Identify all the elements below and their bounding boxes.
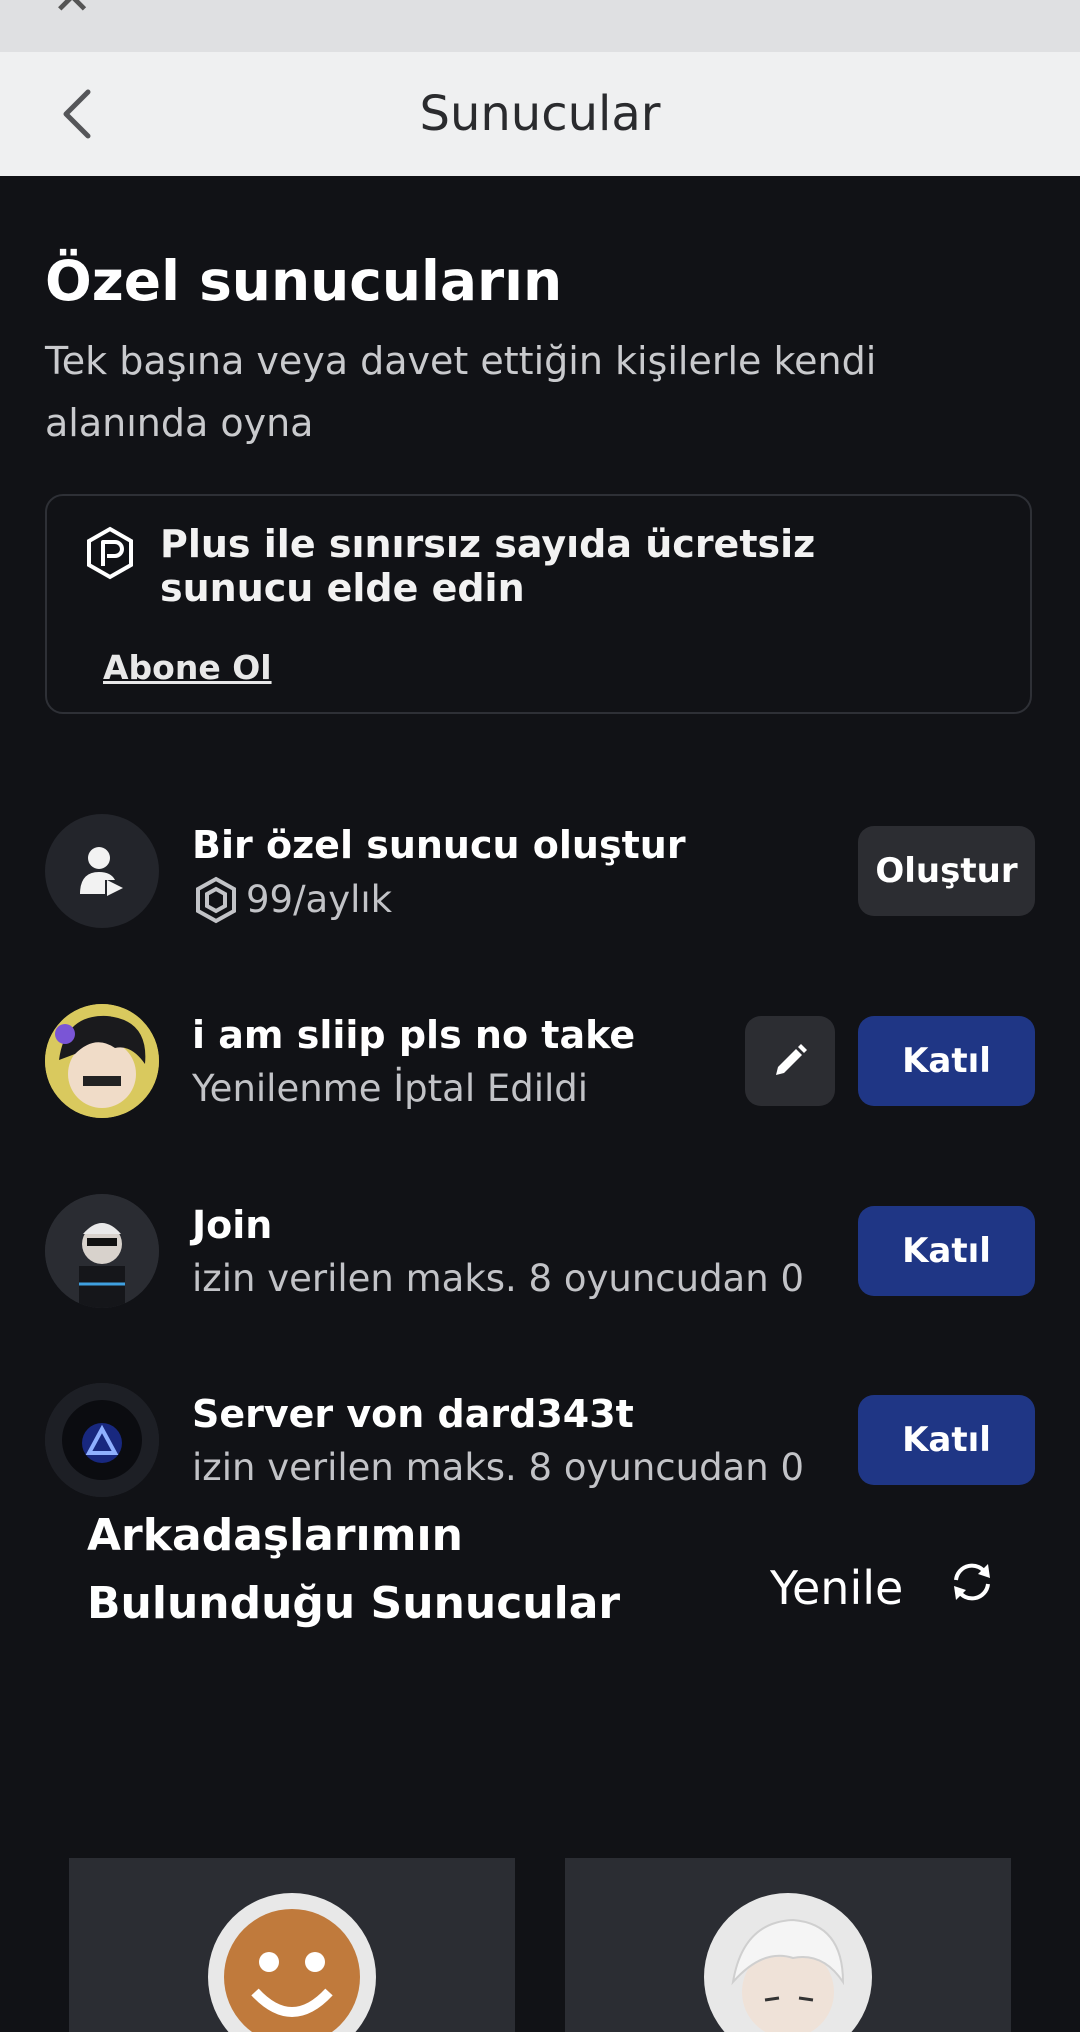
- friend-avatar: [704, 1893, 872, 2032]
- avatar-image: [45, 1194, 159, 1308]
- private-servers-subtitle: Tek başına veya davet ettiğin kişilerle …: [45, 339, 877, 445]
- close-icon[interactable]: ✕: [52, 0, 108, 22]
- edit-server-button[interactable]: [745, 1016, 835, 1106]
- refresh-button[interactable]: Yenile: [770, 1558, 903, 1618]
- server-status: izin verilen maks. 8 oyuncudan 0: [192, 1257, 804, 1300]
- server-row: i am sliip pls no take Yenilenme İptal E…: [45, 1004, 1035, 1120]
- top-status-bar: ✕: [0, 0, 1080, 52]
- friend-server-card[interactable]: [69, 1858, 515, 2032]
- server-avatar: [45, 1194, 159, 1308]
- join-button[interactable]: Katıl: [858, 1016, 1035, 1106]
- create-server-title: Bir özel sunucu oluştur: [192, 823, 686, 867]
- server-avatar: [45, 1004, 159, 1118]
- friend-server-card[interactable]: [565, 1858, 1011, 2032]
- page-title: Sunucular: [419, 86, 661, 142]
- plus-icon: [87, 526, 133, 580]
- robux-icon: [196, 876, 236, 924]
- refresh-icon[interactable]: [948, 1558, 996, 1606]
- price-text: 99/aylık: [246, 878, 393, 921]
- server-status: Yenilenme İptal Edildi: [192, 1067, 589, 1110]
- friend-avatar: [208, 1893, 376, 2032]
- subscribe-link[interactable]: Abone Ol: [103, 648, 272, 687]
- server-name: Server von dard343t: [192, 1392, 634, 1436]
- navigation-bar: Sunucular: [0, 52, 1080, 176]
- friends-servers-heading: Arkadaşlarımın Bulunduğu Sunucular: [87, 1510, 621, 1629]
- plus-promo-text: Plus ile sınırsız sayıda ücretsiz sunucu…: [160, 522, 816, 610]
- avatar-image: [45, 1383, 159, 1497]
- person-add-icon: [80, 847, 123, 896]
- create-server-row: Bir özel sunucu oluştur 99/aylık Oluştur: [45, 814, 1035, 930]
- join-button[interactable]: Katıl: [858, 1206, 1035, 1296]
- server-status: izin verilen maks. 8 oyuncudan 0: [192, 1446, 804, 1489]
- server-row: Join izin verilen maks. 8 oyuncudan 0 Ka…: [45, 1194, 1035, 1310]
- create-button[interactable]: Oluştur: [858, 826, 1035, 916]
- server-name: Join: [192, 1203, 273, 1247]
- join-button[interactable]: Katıl: [858, 1395, 1035, 1485]
- pencil-icon: [776, 1044, 807, 1075]
- server-name: i am sliip pls no take: [192, 1013, 636, 1057]
- server-row: Server von dard343t izin verilen maks. 8…: [45, 1383, 1035, 1499]
- create-server-avatar: [45, 814, 159, 928]
- server-avatar: [45, 1383, 159, 1497]
- plus-promo-card: Plus ile sınırsız sayıda ücretsiz sunucu…: [45, 494, 1032, 714]
- private-servers-heading: Özel sunucuların: [45, 249, 563, 313]
- create-server-price: 99/aylık: [192, 876, 392, 924]
- avatar-image: [45, 1004, 159, 1118]
